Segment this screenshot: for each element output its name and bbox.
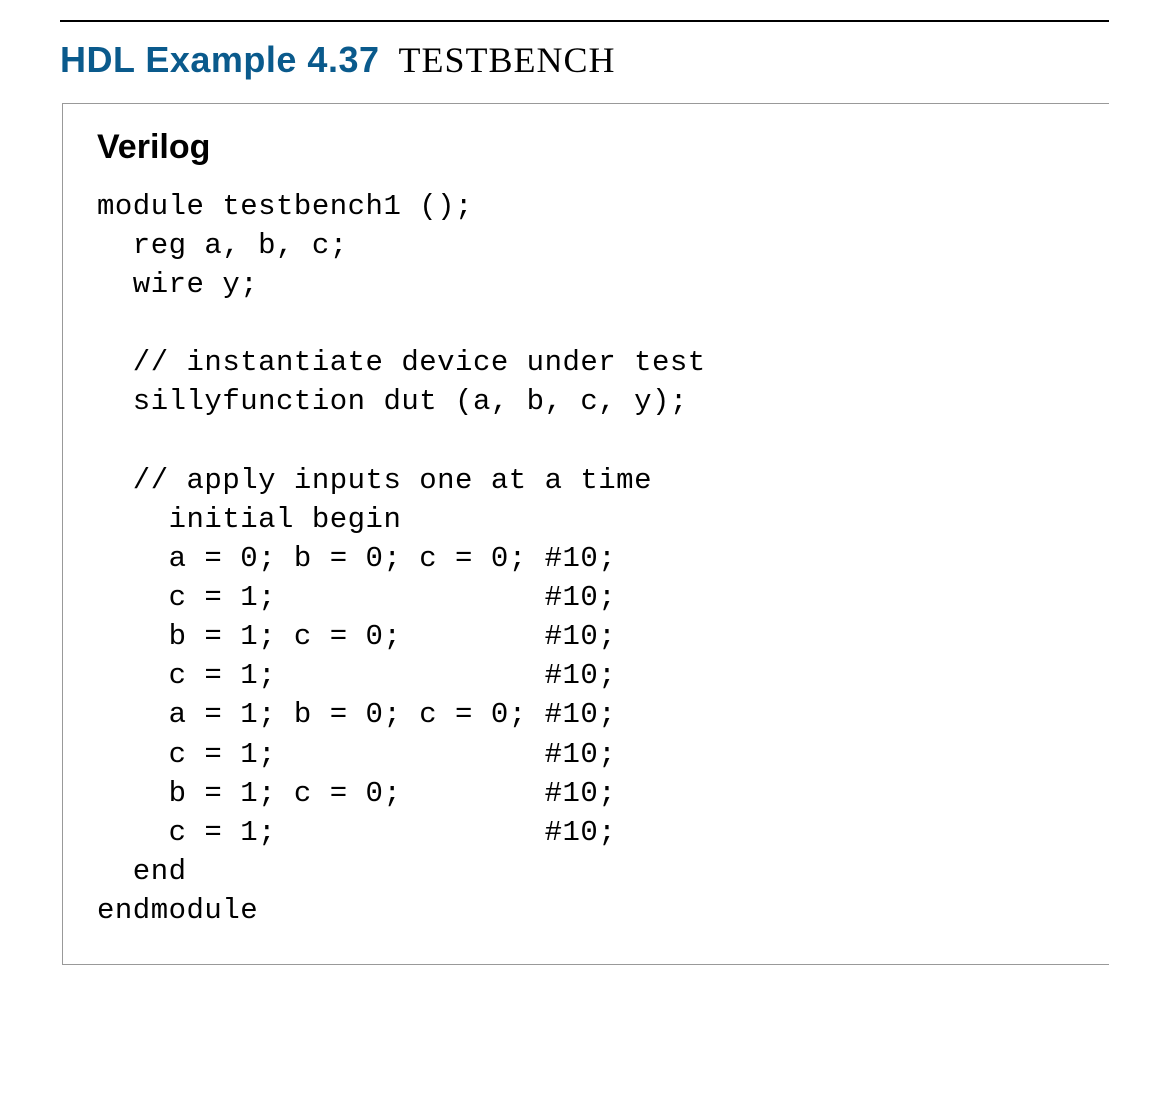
example-heading: HDL Example 4.37 TESTBENCH xyxy=(60,40,1109,81)
code-box: Verilog module testbench1 (); reg a, b, … xyxy=(62,103,1109,966)
heading-title: TESTBENCH xyxy=(398,40,615,80)
language-label: Verilog xyxy=(97,128,1075,167)
top-rule xyxy=(60,20,1109,22)
code-listing: module testbench1 (); reg a, b, c; wire … xyxy=(97,187,1075,931)
heading-label: HDL Example 4.37 xyxy=(60,39,379,80)
page-container: HDL Example 4.37 TESTBENCH Verilog modul… xyxy=(0,0,1169,1005)
